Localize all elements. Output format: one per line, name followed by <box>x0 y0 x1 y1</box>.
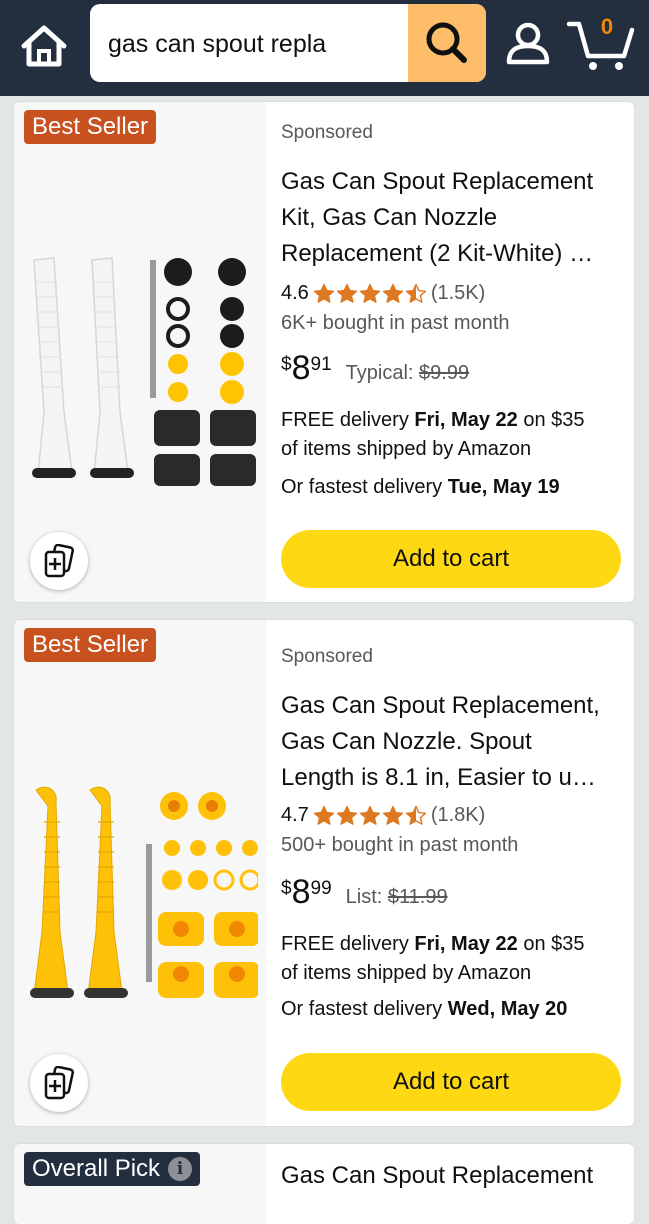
product-title[interactable]: Gas Can Spout Replacement <box>281 1158 623 1194</box>
best-seller-badge: Best Seller <box>24 110 157 144</box>
search-button[interactable] <box>408 4 486 82</box>
sponsored-label: Sponsored <box>281 646 373 667</box>
delivery-info: FREE delivery Fri, May 22 on $35 of item… <box>281 933 585 984</box>
delivery-info: FREE delivery Fri, May 22 on $35 of item… <box>281 409 585 460</box>
star-icon <box>359 283 380 303</box>
product-rating[interactable]: 4.7 (1.8K) <box>281 804 485 827</box>
info-icon[interactable]: i <box>168 1157 193 1181</box>
compare-button[interactable] <box>30 532 88 590</box>
overall-pick-badge: Overall Pick i <box>24 1152 201 1186</box>
product-card[interactable]: Overall Pick i Gas Can Spout Replacement <box>14 1144 634 1224</box>
home-icon[interactable] <box>18 20 70 72</box>
best-seller-badge: Best Seller <box>24 628 157 662</box>
star-icon <box>313 805 334 825</box>
star-icon <box>359 805 380 825</box>
compare-icon <box>44 1066 74 1100</box>
price: $ 8 99 List: $11.99 <box>281 873 448 911</box>
star-icon <box>336 805 357 825</box>
list-price-label: List: <box>345 886 383 908</box>
account-icon[interactable] <box>502 18 554 70</box>
rating-value: 4.7 <box>281 804 309 826</box>
star-rating-icon <box>313 283 427 305</box>
product-image-area[interactable]: Best Seller <box>14 102 266 602</box>
star-icon <box>382 283 403 303</box>
product-card[interactable]: Best Seller Sponsored Gas Can Spout Repl… <box>14 102 634 602</box>
list-price: $11.99 <box>387 886 448 908</box>
rating-count: (1.8K) <box>430 804 486 826</box>
star-icon <box>313 283 334 303</box>
star-icon <box>382 805 403 825</box>
product-title[interactable]: Gas Can Spout Replacement Kit, Gas Can N… <box>281 164 623 272</box>
fastest-delivery: Or fastest delivery Wed, May 20 <box>281 998 568 1020</box>
cart-count: 0 <box>600 14 614 39</box>
bought-count: 6K+ bought in past month <box>281 312 510 334</box>
star-icon <box>405 283 426 303</box>
search-input[interactable]: gas can spout repla <box>108 30 348 59</box>
rating-count: (1.5K) <box>430 282 486 304</box>
search-icon <box>426 22 467 63</box>
price: $ 8 91 Typical: $9.99 <box>281 349 470 387</box>
sponsored-label: Sponsored <box>281 122 373 143</box>
star-icon <box>336 283 357 303</box>
add-to-cart-button[interactable]: Add to cart <box>281 530 621 588</box>
product-rating[interactable]: 4.6 (1.5K) <box>281 282 485 305</box>
star-icon <box>405 805 426 825</box>
top-nav-bar: gas can spout repla 0 <box>0 0 649 96</box>
product-image[interactable] <box>28 252 258 492</box>
search-bar: gas can spout repla <box>90 4 486 82</box>
fastest-delivery: Or fastest delivery Tue, May 19 <box>281 476 560 498</box>
bought-count: 500+ bought in past month <box>281 834 519 856</box>
star-rating-icon <box>313 805 427 827</box>
typical-price-label: Typical: <box>345 362 414 384</box>
typical-price: $9.99 <box>419 362 470 384</box>
rating-value: 4.6 <box>281 282 309 304</box>
cart-button[interactable]: 0 <box>566 12 636 72</box>
add-to-cart-button[interactable]: Add to cart <box>281 1053 621 1111</box>
product-card[interactable]: Best Seller Sponsored Gas Can Spout Repl… <box>14 620 634 1126</box>
compare-icon <box>44 544 74 578</box>
product-image-area[interactable]: Overall Pick i <box>14 1144 266 1224</box>
product-image-area[interactable]: Best Seller <box>14 620 266 1126</box>
compare-button[interactable] <box>30 1054 88 1112</box>
product-title[interactable]: Gas Can Spout Replacement, Gas Can Nozzl… <box>281 688 623 796</box>
